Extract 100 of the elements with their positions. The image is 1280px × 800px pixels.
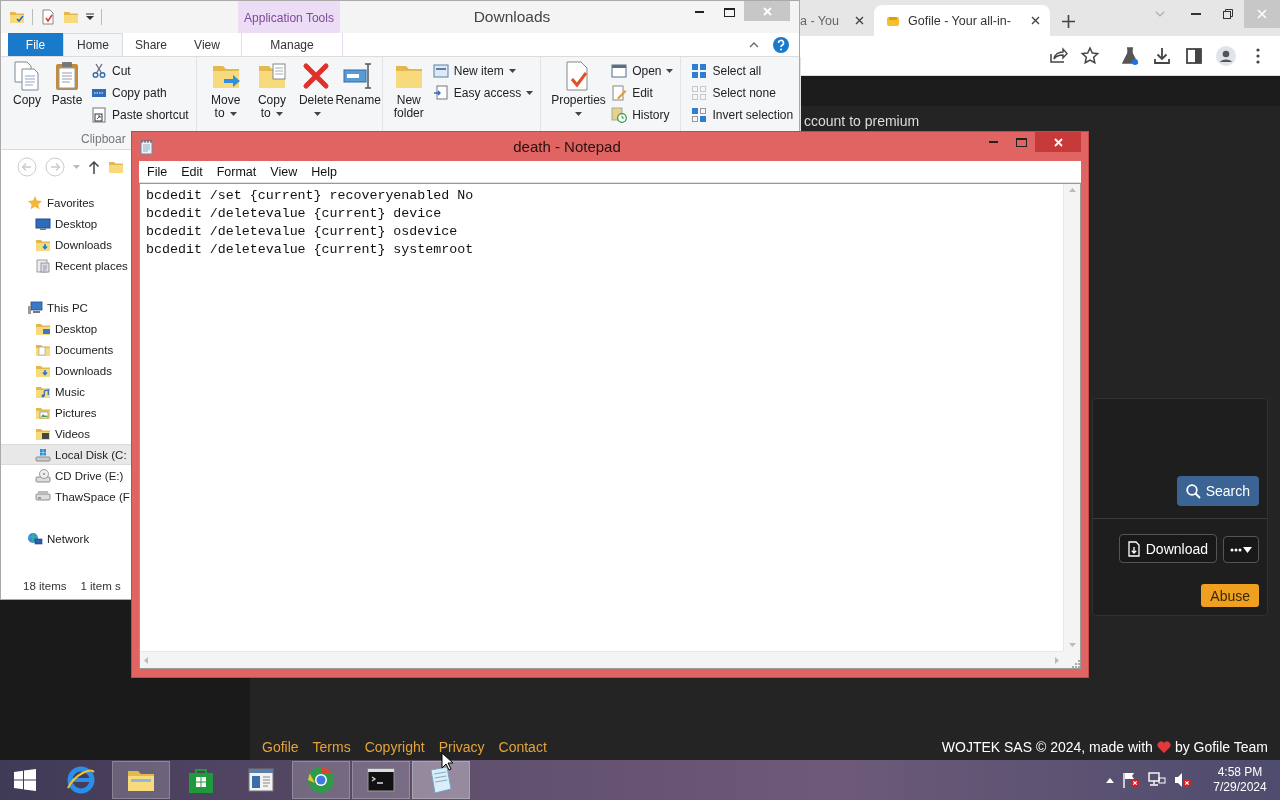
footer-link[interactable]: Gofile (262, 738, 299, 755)
menu-item[interactable]: Help (304, 164, 344, 179)
ribbon-tab[interactable]: View (179, 33, 235, 56)
nav-item[interactable]: Downloads (1, 234, 132, 255)
ribbon-button[interactable]: Edit (609, 83, 676, 103)
side-panel-button[interactable] (1184, 45, 1204, 66)
menu-item[interactable]: Edit (174, 164, 210, 179)
scroll-up-icon (1068, 188, 1076, 192)
ribbon-button[interactable]: Paste (49, 60, 85, 107)
abuse-button[interactable]: Abuse (1201, 584, 1259, 607)
drive-icon (35, 446, 51, 463)
footer-link[interactable]: Copyright (364, 738, 425, 755)
ribbon-button[interactable]: Invert selection (689, 105, 796, 125)
menu-item[interactable]: File (140, 164, 175, 179)
nav-item[interactable]: Local Disk (C: (1, 444, 132, 465)
nav-item[interactable]: Network (1, 528, 132, 549)
search-icon (1185, 483, 1201, 499)
favicon-icon (886, 14, 900, 27)
more-options-button[interactable] (1223, 536, 1259, 563)
quick-access-button[interactable] (40, 9, 56, 25)
download-icon (1152, 45, 1172, 66)
caret-icon (508, 69, 516, 73)
ribbon-button[interactable]: Move to (204, 60, 247, 120)
network-button[interactable] (1148, 772, 1166, 788)
network-icon (27, 530, 43, 547)
nav-item[interactable]: Desktop (1, 318, 132, 339)
star-button[interactable] (1080, 45, 1100, 66)
nav-item[interactable]: Documents (1, 339, 132, 360)
ribbon-button[interactable]: Copy to (250, 60, 293, 120)
nav-item[interactable]: Favorites (1, 192, 132, 213)
ribbon-button[interactable]: Select all (689, 61, 796, 81)
ribbon-button[interactable]: History (609, 105, 676, 125)
nav-item[interactable]: Downloads (1, 360, 132, 381)
ribbon-tab[interactable]: Share (123, 33, 179, 56)
nav-item[interactable]: Music (1, 381, 132, 402)
group-label: Clipboar (81, 132, 126, 146)
footer-link[interactable]: Contact (498, 738, 547, 755)
menu-item[interactable]: Format (209, 164, 264, 179)
maximize-icon (723, 7, 735, 17)
folder-check-icon (9, 9, 25, 25)
file-menu-tab[interactable]: File (8, 33, 63, 56)
ribbon-button[interactable]: Open (609, 61, 676, 81)
clock[interactable]: 4:58 PM 7/29/2024 (1204, 765, 1276, 795)
menu-item[interactable]: View (263, 164, 305, 179)
download-button[interactable]: Download (1118, 534, 1217, 563)
credit-text: WOJTEK SAS © 2024, made with (941, 738, 1153, 755)
footer-link[interactable]: Privacy (438, 738, 485, 755)
close-icon (855, 16, 864, 25)
nav-item[interactable]: Pictures (1, 402, 132, 423)
nav-item[interactable]: CD Drive (E:) (1, 465, 132, 486)
ribbon-button[interactable]: Paste shortcut (89, 105, 191, 125)
ribbon-button[interactable]: New folder (390, 60, 427, 120)
ribbon-button[interactable]: Delete (297, 60, 336, 120)
document-arrow-icon (432, 85, 449, 101)
flask-icon (1120, 45, 1140, 66)
flask-button[interactable] (1120, 45, 1140, 66)
resize-grip-icon (1070, 658, 1080, 668)
ribbon-tab[interactable]: Home (63, 33, 123, 56)
nav-item[interactable]: This PC (1, 297, 132, 318)
ribbon-button[interactable]: Select none (689, 83, 796, 103)
download-button[interactable] (1152, 45, 1172, 66)
ribbon-button[interactable]: Properties (549, 60, 606, 120)
ribbon-button[interactable]: Copy path (89, 83, 191, 103)
ribbon-button[interactable]: Copy (9, 60, 45, 107)
pencil-icon (611, 85, 628, 101)
browser-tab[interactable]: a - You (796, 5, 872, 36)
taskbar-app-button[interactable] (352, 761, 410, 799)
scroll-down-icon (1068, 643, 1076, 647)
ribbon-button[interactable]: New item (430, 61, 536, 81)
share-button[interactable] (1048, 45, 1068, 66)
nav-item[interactable]: ThawSpace (F (1, 486, 132, 507)
monitor-icon (35, 215, 51, 232)
volume-button[interactable] (1174, 772, 1192, 788)
globe-app-icon (305, 764, 337, 796)
footer-link[interactable]: Terms (312, 738, 351, 755)
select-all-icon (691, 63, 708, 79)
close-button[interactable] (1035, 132, 1081, 152)
star-icon (27, 194, 43, 211)
browser-tab[interactable]: Gofile - Your all-in- (874, 5, 1050, 36)
chevron-up-icon (749, 41, 759, 48)
ribbon-button[interactable]: Cut (89, 61, 191, 81)
help-button[interactable] (773, 36, 789, 53)
vertical-scrollbar[interactable] (1063, 184, 1080, 651)
collapse-ribbon-button[interactable] (749, 41, 759, 48)
quick-access-button[interactable] (9, 9, 25, 25)
credit-text: by Gofile Team (1174, 738, 1268, 755)
tray-button[interactable] (1122, 772, 1140, 788)
customize-button[interactable] (86, 13, 94, 21)
select-none-icon (691, 85, 708, 101)
up-button[interactable] (88, 160, 100, 174)
text-editor[interactable]: bcdedit /set {current} recoveryenabled No bcdedit /deletevalue {current} device bcdedit /deletevalue {current} osdevice bcdedit /deletevalue {current} systemroot (140, 184, 480, 262)
search-button[interactable]: Search (1176, 476, 1259, 506)
show-hidden-icons-button[interactable] (1106, 777, 1114, 783)
horizontal-scrollbar[interactable] (140, 651, 1063, 668)
share-icon (1048, 45, 1068, 66)
nav-item[interactable]: Videos (1, 423, 132, 444)
ribbon-button[interactable]: Easy access (430, 83, 536, 103)
avatar-button[interactable] (1216, 45, 1236, 66)
nav-item[interactable]: Desktop (1, 213, 132, 234)
nav-item[interactable]: Recent places (1, 255, 132, 276)
